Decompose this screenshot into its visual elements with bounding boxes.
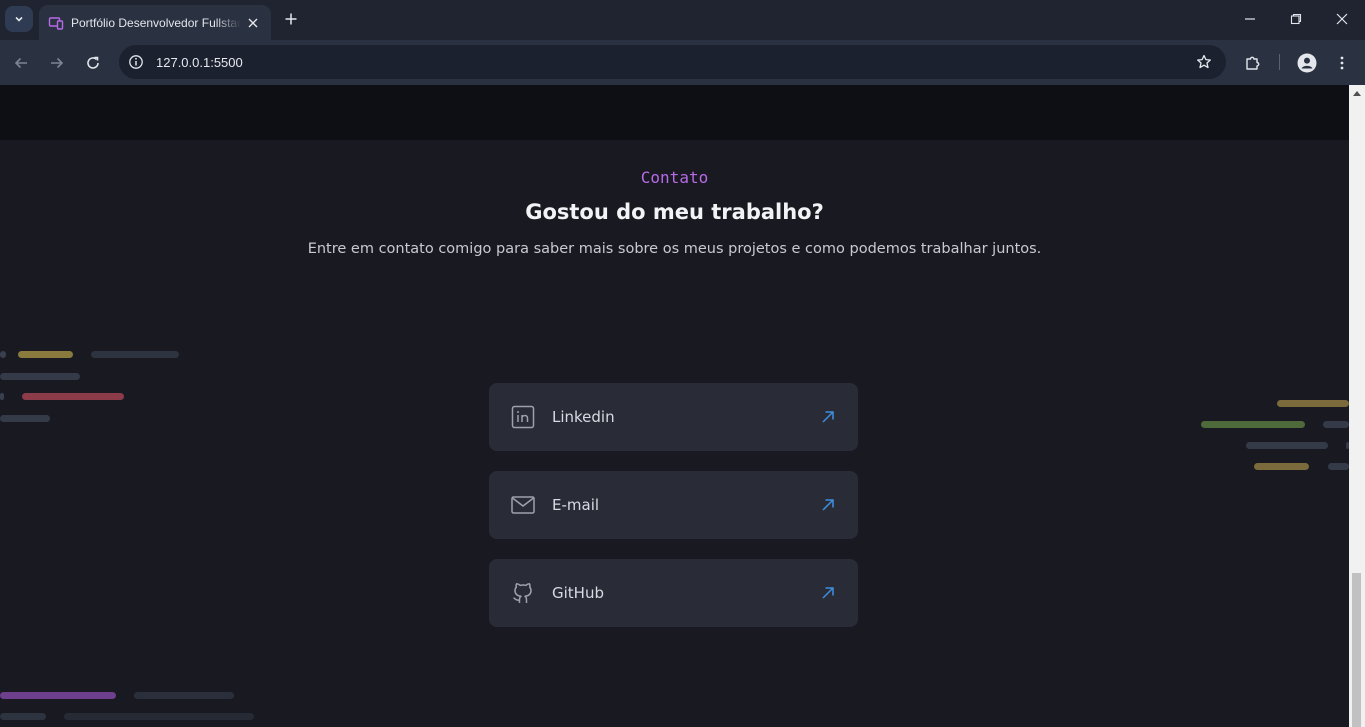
scroll-up-arrow-icon[interactable] [1353,91,1361,96]
code-decoration [1277,400,1349,407]
back-button[interactable] [8,50,34,76]
toolbar-divider [1279,54,1280,70]
arrow-right-icon [51,57,64,69]
chevron-down-icon [15,16,23,22]
page-scrollbar[interactable] [1349,85,1365,727]
card-label: GitHub [552,584,604,602]
minimize-button[interactable] [1235,6,1265,32]
extensions-button[interactable] [1240,50,1266,76]
code-decoration [1328,463,1349,470]
card-label: Linkedin [552,408,615,426]
code-decoration [1201,421,1305,428]
code-decoration [0,692,116,699]
external-link-arrow-icon [820,409,836,425]
github-link-card[interactable]: GitHub [489,559,858,627]
mail-icon [510,492,536,518]
more-vertical-icon [1340,56,1344,70]
linkedin-icon [510,404,536,430]
restore-button[interactable] [1281,6,1311,32]
minimize-icon [1245,18,1255,20]
close-tab-icon[interactable] [245,15,261,31]
code-decoration [1254,463,1309,470]
code-decoration [1246,442,1328,449]
code-decoration [0,373,80,380]
previous-section [0,85,1349,140]
tab-title: Portfólio Desenvolvedor Fullstack [71,15,241,30]
forward-button[interactable] [44,50,70,76]
devices-icon [48,15,64,31]
new-tab-button[interactable] [281,9,301,29]
code-decoration [91,351,179,358]
active-tab[interactable]: Portfólio Desenvolvedor Fullstack [39,5,271,40]
code-decoration [0,393,4,400]
profile-button[interactable] [1294,50,1320,76]
email-link-card[interactable]: E-mail [489,471,858,539]
close-window-button[interactable] [1327,6,1357,32]
page-viewport: Contato Gostou do meu trabalho? Entre em… [0,85,1349,727]
tab-search-button[interactable] [5,6,33,32]
code-decoration [0,415,50,422]
browser-toolbar: 127.0.0.1:5500 [0,40,1365,85]
code-decoration [22,393,124,400]
close-icon [1336,13,1348,25]
section-heading: Gostou do meu trabalho? [525,200,824,224]
code-decoration [0,713,46,720]
avatar-icon [1297,53,1317,73]
scrollbar-thumb[interactable] [1352,573,1361,727]
section-description: Entre em contato comigo para saber mais … [307,241,1042,257]
code-decoration [18,351,73,358]
section-eyebrow: Contato [640,168,709,187]
url-text[interactable]: 127.0.0.1:5500 [156,55,1192,70]
linkedin-link-card[interactable]: Linkedin [489,383,858,451]
card-label: E-mail [552,496,600,514]
reload-button[interactable] [80,50,106,76]
external-link-arrow-icon [820,497,836,513]
code-decoration [134,692,234,699]
tab-strip: Portfólio Desenvolvedor Fullstack [0,0,1365,40]
bookmark-star-icon[interactable] [1192,50,1216,74]
code-decoration [1323,421,1349,428]
github-icon [510,580,536,606]
external-link-arrow-icon [820,585,836,601]
plus-icon [285,13,297,25]
arrow-left-icon [14,57,27,69]
site-info-icon[interactable] [125,51,147,73]
reload-icon [87,56,99,69]
code-decoration [0,351,6,358]
puzzle-icon [1246,56,1260,70]
browser-menu-button[interactable] [1329,50,1355,76]
code-decoration [64,713,254,720]
restore-icon [1290,13,1302,25]
address-bar[interactable]: 127.0.0.1:5500 [119,45,1226,79]
